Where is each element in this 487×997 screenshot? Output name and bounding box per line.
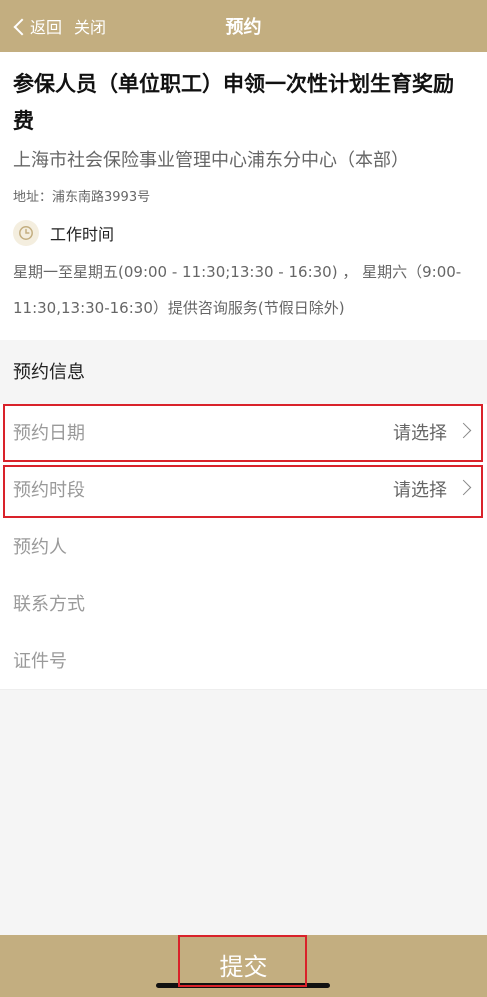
service-title: 参保人员（单位职工）申领一次性计划生育奖励费 bbox=[13, 72, 454, 133]
service-info-card: 参保人员（单位职工）申领一次性计划生育奖励费 上海市社会保险事业管理中心浦东分中… bbox=[0, 52, 487, 340]
submit-label: 提交 bbox=[219, 952, 268, 981]
field-label: 预约人 bbox=[13, 537, 67, 558]
field-label: 预约日期 bbox=[13, 423, 85, 444]
back-button[interactable]: 返回 bbox=[30, 14, 62, 38]
date-select-value[interactable]: 请选择 bbox=[393, 419, 447, 445]
appointment-date-row[interactable]: 预约日期 请选择 bbox=[0, 404, 487, 462]
agency-name: 上海市社会保险事业管理中心浦东分中心（本部） bbox=[13, 150, 409, 171]
close-button[interactable]: 关闭 bbox=[74, 14, 106, 38]
home-indicator bbox=[156, 983, 330, 988]
work-hours-text: 星期一至星期五(09:00 - 11:30;13:30 - 16:30) ， 星… bbox=[13, 263, 462, 317]
id-number-row[interactable]: 证件号 bbox=[0, 632, 487, 690]
appointment-section-header: 预约信息 bbox=[0, 340, 487, 404]
agency-address: 地址：浦东南路3993号 bbox=[13, 190, 151, 205]
field-label: 证件号 bbox=[13, 651, 67, 672]
top-nav-bar: 返回 关闭 预约 bbox=[0, 0, 487, 52]
chevron-left-icon[interactable] bbox=[13, 18, 31, 35]
field-label: 预约时段 bbox=[13, 480, 85, 501]
nav-left-group: 返回 关闭 bbox=[13, 14, 118, 38]
contact-row[interactable]: 联系方式 bbox=[0, 575, 487, 633]
chevron-right-icon bbox=[455, 479, 472, 496]
work-hours-label: 工作时间 bbox=[50, 225, 115, 244]
section-title: 预约信息 bbox=[13, 362, 85, 383]
work-hours-header: 工作时间 bbox=[13, 220, 114, 246]
appointee-row[interactable]: 预约人 bbox=[0, 518, 487, 576]
blank-area bbox=[0, 690, 487, 935]
field-label: 联系方式 bbox=[13, 594, 85, 615]
clock-icon bbox=[13, 220, 39, 246]
chevron-right-icon bbox=[455, 422, 472, 439]
time-select-value[interactable]: 请选择 bbox=[393, 476, 447, 502]
appointment-time-row[interactable]: 预约时段 请选择 bbox=[0, 461, 487, 519]
